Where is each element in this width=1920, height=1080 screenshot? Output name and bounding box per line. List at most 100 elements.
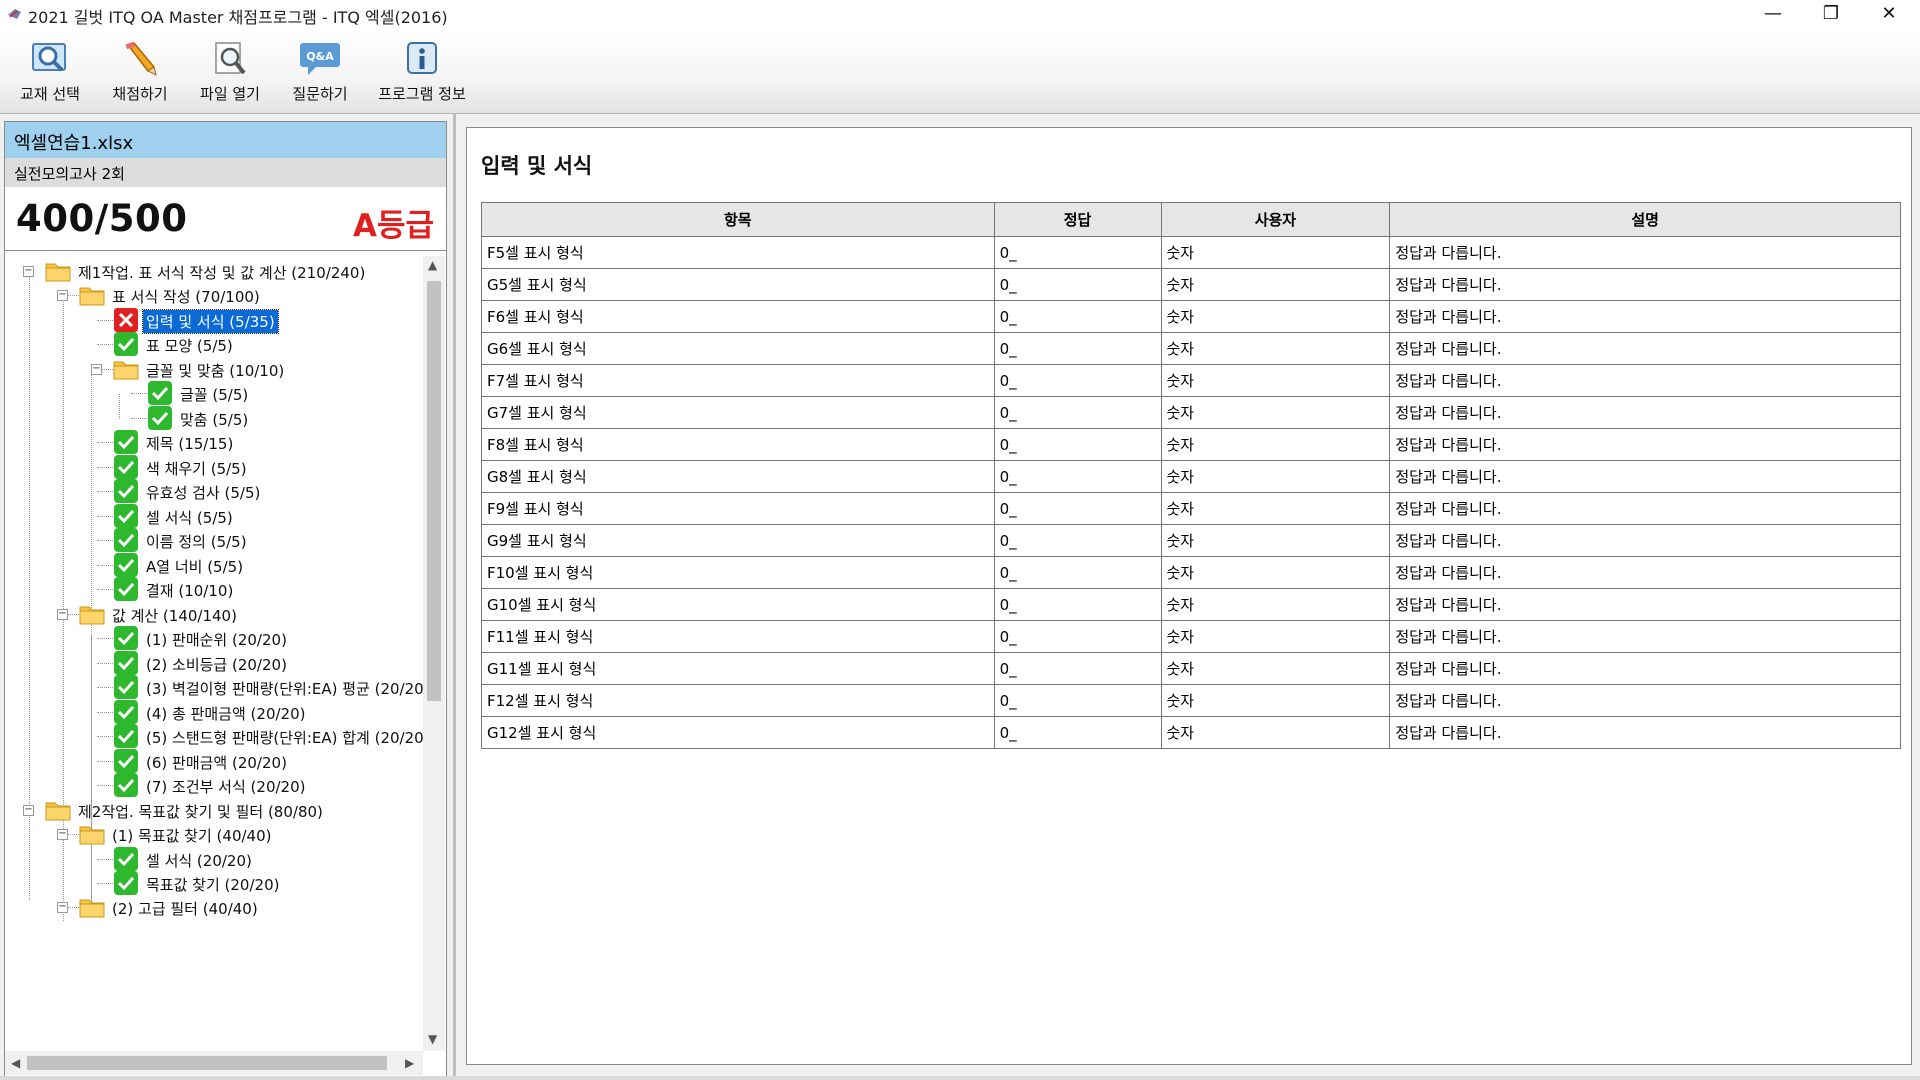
column-header-item: 항목 [481,202,995,237]
user-cell: 숫자 [1160,556,1391,589]
item-cell: G12셀 표시 형식 [481,716,995,749]
check-icon [114,430,138,454]
toolbar: 교재 선택 채점하기 파일 열기 Q&A 질문하기 프로그램 정보 [0,29,1920,114]
user-cell: 숫자 [1160,620,1391,653]
tree-node-label: 목표값 찾기 (20/20) [146,876,280,894]
exam-name: 실전모의고사 2회 [14,165,125,183]
expand-collapse-icon[interactable]: − [23,266,34,277]
answer-cell: 0_ [993,716,1162,749]
check-icon [148,406,172,430]
tree-connector [97,491,113,492]
check-icon [114,577,138,601]
table-row: F6셀 표시 형식 0_ 숫자 정답과 다릅니다. [481,300,1901,333]
description-cell: 정답과 다릅니다. [1389,268,1901,301]
user-cell: 숫자 [1160,716,1391,749]
item-cell: G6셀 표시 형식 [481,332,995,365]
program-info-button[interactable]: 프로그램 정보 [372,33,472,107]
tree-node-label: (1) 목표값 찾기 (40/40) [112,827,272,845]
description-cell: 정답과 다릅니다. [1389,460,1901,493]
table-row: F8셀 표시 형식 0_ 숫자 정답과 다릅니다. [481,428,1901,461]
tree-node-label: 결재 (10/10) [146,582,234,600]
answer-cell: 0_ [993,460,1162,493]
table-row: G6셀 표시 형식 0_ 숫자 정답과 다릅니다. [481,332,1901,365]
tree-node-label: (3) 벽걸이형 판매량(단위:EA) 평균 (20/20 [146,680,423,698]
item-cell: F8셀 표시 형식 [481,428,995,461]
tree-connector [97,687,113,688]
tree-node-label: (7) 조건부 서식 (20/20) [146,778,306,796]
table-header-row: 항목 정답 사용자 설명 [481,202,1901,237]
answer-cell: 0_ [993,364,1162,397]
tree-node-label: 글꼴 (5/5) [180,386,249,404]
table-row: F12셀 표시 형식 0_ 숫자 정답과 다릅니다. [481,684,1901,717]
table-row: G10셀 표시 형식 0_ 숫자 정답과 다릅니다. [481,588,1901,621]
check-icon [114,455,138,479]
user-cell: 숫자 [1160,364,1391,397]
scroll-up-icon[interactable]: ▲ [428,258,437,272]
column-header-answer: 정답 [993,202,1162,237]
answer-cell: 0_ [993,332,1162,365]
folder-icon [45,802,71,821]
expand-collapse-icon[interactable]: − [23,805,34,816]
user-cell: 숫자 [1160,332,1391,365]
open-file-button[interactable]: 파일 열기 [192,33,268,107]
vertical-scroll-thumb[interactable] [427,281,441,701]
tree-node-label: 맞춤 (5/5) [180,411,249,429]
expand-collapse-icon[interactable]: − [57,609,68,620]
grade-value: A등급 [352,208,434,244]
scroll-down-icon[interactable]: ▼ [428,1032,437,1046]
tree-node-label: 표 모양 (5/5) [146,337,233,355]
exam-header: 실전모의고사 2회 [5,158,446,187]
qa-icon-text: Q&A [306,50,334,63]
tree-node-label: (1) 판매순위 (20/20) [146,631,287,649]
user-cell: 숫자 [1160,396,1391,429]
scroll-left-icon[interactable]: ◀ [11,1056,20,1070]
check-icon [114,626,138,650]
result-tree[interactable]: − 제1작업. 표 서식 작성 및 값 계산 (210/240) − 표 서식 작성 … [5,256,423,1051]
answer-cell: 0_ [993,524,1162,557]
open-file-label: 파일 열기 [200,85,260,103]
tree-vertical-scrollbar[interactable]: ▲ ▼ [423,256,445,1051]
tree-node-label: (5) 스탠드형 판매량(단위:EA) 합계 (20/20 [146,729,423,747]
answer-cell: 0_ [993,652,1162,685]
select-book-label: 교재 선택 [20,85,80,103]
result-table: 항목 정답 사용자 설명 F5셀 표시 형식 0_ 숫자 정답과 다릅니다. G5셀 표… [481,202,1901,749]
grade-label: 채점하기 [112,85,168,103]
expand-collapse-icon[interactable]: − [57,902,68,913]
table-row: F11셀 표시 형식 0_ 숫자 정답과 다릅니다. [481,620,1901,653]
scroll-right-icon[interactable]: ▶ [405,1056,414,1070]
grade-button[interactable]: 채점하기 [102,33,178,107]
select-book-button[interactable]: 교재 선택 [12,33,88,107]
tree-connector [97,736,113,737]
item-cell: F11셀 표시 형식 [481,620,995,653]
description-cell: 정답과 다릅니다. [1389,332,1901,365]
ask-button[interactable]: Q&A 질문하기 [282,33,358,107]
horizontal-scroll-thumb[interactable] [27,1056,387,1070]
table-row: G5셀 표시 형식 0_ 숫자 정답과 다릅니다. [481,268,1901,301]
restore-button[interactable]: ❐ [1802,0,1860,29]
check-icon [114,479,138,503]
expand-collapse-icon[interactable]: − [57,290,68,301]
expand-collapse-icon[interactable]: − [57,829,68,840]
tree-node-label: 유효성 검사 (5/5) [146,484,261,502]
tree-horizontal-scrollbar[interactable]: ◀ ▶ [5,1051,423,1075]
file-magnifier-icon [215,42,246,75]
tree-connector [97,663,113,664]
file-name: 엑셀연습1.xlsx [14,133,134,154]
tree-node-label: (2) 고급 필터 (40/40) [112,900,258,918]
item-cell: G9셀 표시 형식 [481,524,995,557]
tree-connector [131,418,147,419]
tree-connector [97,540,113,541]
score-box: 400/500 A등급 [5,187,446,251]
panel-splitter[interactable] [453,113,456,1080]
minimize-button[interactable]: — [1744,0,1802,29]
expand-collapse-icon[interactable]: − [91,364,102,375]
tree-node-label: 이름 정의 (5/5) [146,533,247,551]
user-cell: 숫자 [1160,236,1391,269]
check-icon [114,847,138,871]
close-button[interactable]: ✕ [1860,0,1918,29]
answer-cell: 0_ [993,588,1162,621]
file-header: 엑셀연습1.xlsx [5,122,446,158]
section-title: 입력 및 서식 [481,154,593,178]
tree-node-label: 글꼴 및 맞춤 (10/10) [146,362,285,380]
app-icon [8,9,21,19]
